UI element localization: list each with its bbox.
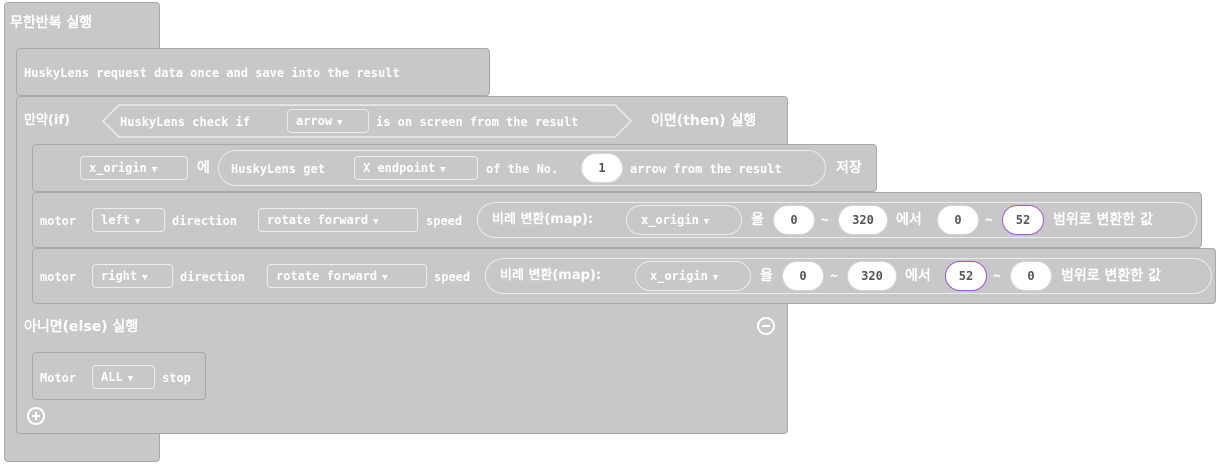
forever-label: 무한반복 실행 xyxy=(10,15,93,31)
speed-label: speed xyxy=(434,270,471,284)
to-high-input[interactable]: 0 xyxy=(1010,261,1052,291)
to-low-input[interactable]: 52 xyxy=(945,261,987,291)
triangle-down-icon: ▼ xyxy=(373,217,379,227)
motor-side-value: right xyxy=(101,269,138,283)
triangle-down-icon: ▼ xyxy=(703,217,710,227)
triangle-down-icon: ▼ xyxy=(337,118,343,128)
triangle-down-icon: ▼ xyxy=(382,273,388,283)
triangle-down-icon: ▼ xyxy=(134,217,141,227)
motor-side-dropdown[interactable]: right ▼ xyxy=(92,264,173,288)
of-label: of the No. xyxy=(486,162,559,176)
to-high-input[interactable]: 52 xyxy=(1002,205,1044,235)
tilde-label: ~ xyxy=(830,269,838,284)
motor-target-value: ALL xyxy=(101,370,123,384)
motor-side-dropdown[interactable]: left ▼ xyxy=(92,208,165,232)
map-variable-reporter[interactable]: x_origin ▼ xyxy=(635,261,751,291)
speed-label: speed xyxy=(426,214,463,228)
triangle-down-icon: ▼ xyxy=(151,165,158,175)
triangle-down-icon: ▼ xyxy=(712,273,719,283)
range-label: 범위로 변환한 값 xyxy=(1061,268,1161,284)
get-prefix: HuskyLens get xyxy=(231,162,325,176)
direction-label: direction xyxy=(180,270,246,284)
request-data-label: HuskyLens request data once and save int… xyxy=(24,66,400,80)
if-label: 만약(if) xyxy=(24,113,70,128)
get-field-dropdown[interactable]: X endpoint ▼ xyxy=(354,156,478,180)
motor-left-label: motor xyxy=(40,214,77,228)
triangle-down-icon: ▼ xyxy=(142,273,148,283)
check-suffix: is on screen from the result xyxy=(376,115,579,129)
map-variable-value: x_origin xyxy=(650,269,708,283)
minus-circle-icon[interactable] xyxy=(757,317,775,335)
map-label: 비례 변환(map): xyxy=(500,268,602,283)
from-high-input[interactable]: 320 xyxy=(838,205,888,235)
eseo-label: 에서 xyxy=(896,212,922,228)
from-low-input[interactable]: 0 xyxy=(773,205,815,235)
tilde-label: ~ xyxy=(821,213,829,228)
map-variable-reporter[interactable]: x_origin ▼ xyxy=(626,205,742,235)
from-low-input[interactable]: 0 xyxy=(782,261,824,291)
check-prefix: HuskyLens check if xyxy=(120,115,251,129)
rotate-dropdown[interactable]: rotate forward ▼ xyxy=(258,208,418,232)
eul-label: 을 xyxy=(751,212,764,228)
tilde-label: ~ xyxy=(993,269,1001,284)
check-object-dropdown[interactable]: arrow ▼ xyxy=(287,109,369,133)
stop-label: stop xyxy=(162,371,191,385)
to-low-input[interactable]: 0 xyxy=(937,205,979,235)
triangle-down-icon: ▼ xyxy=(440,165,446,175)
store-label: 저장 xyxy=(836,160,862,176)
motor-target-dropdown[interactable]: ALL ▼ xyxy=(92,365,155,389)
map-variable-value: x_origin xyxy=(641,213,699,227)
plus-circle-icon[interactable] xyxy=(27,407,45,425)
rotate-value: rotate forward xyxy=(276,269,378,283)
rotate-value: rotate forward xyxy=(267,213,369,227)
rotate-dropdown[interactable]: rotate forward ▼ xyxy=(267,264,427,288)
check-object-value: arrow xyxy=(296,114,333,128)
assign-josa: 에 xyxy=(197,160,210,176)
get-suffix: arrow from the result xyxy=(630,162,782,176)
range-label: 범위로 변환한 값 xyxy=(1053,212,1153,228)
tilde-label: ~ xyxy=(985,213,993,228)
motor-stop-label: Motor xyxy=(40,371,77,385)
then-label: 이면(then) 실행 xyxy=(651,113,757,129)
else-label: 아니면(else) 실행 xyxy=(24,319,139,335)
id-number-input[interactable]: 1 xyxy=(581,153,623,183)
triangle-down-icon: ▼ xyxy=(127,374,134,384)
motor-right-label: motor xyxy=(40,270,77,284)
from-high-input[interactable]: 320 xyxy=(847,261,897,291)
variable-dropdown[interactable]: x_origin ▼ xyxy=(80,156,188,180)
map-label: 비례 변환(map): xyxy=(492,212,594,227)
motor-side-value: left xyxy=(101,213,130,227)
get-field-value: X endpoint xyxy=(363,161,436,175)
variable-value: x_origin xyxy=(89,161,147,175)
eseo-label: 에서 xyxy=(905,268,931,284)
direction-label: direction xyxy=(172,214,238,228)
eul-label: 을 xyxy=(760,268,773,284)
